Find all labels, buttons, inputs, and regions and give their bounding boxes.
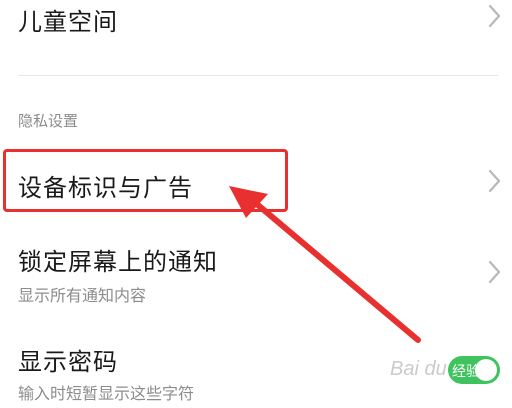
kid-space-label: 儿童空间 xyxy=(18,8,118,36)
chevron-right-icon xyxy=(488,260,501,284)
chevron-right-icon xyxy=(488,4,501,28)
show-password-label: 显示密码 xyxy=(18,348,118,376)
show-password-toggle[interactable]: 经验 xyxy=(448,356,500,384)
chevron-right-icon xyxy=(488,169,501,193)
lock-screen-notification-row[interactable]: 锁定屏幕上的通知 显示所有通知内容 xyxy=(0,232,512,312)
highlight-box xyxy=(3,149,288,212)
lock-screen-notification-subtitle: 显示所有通知内容 xyxy=(18,286,147,305)
privacy-section-header: 隐私设置 xyxy=(18,112,79,130)
kid-space-row[interactable]: 儿童空间 xyxy=(0,0,512,75)
toggle-knob xyxy=(475,359,497,381)
divider xyxy=(18,75,498,76)
settings-screen: 儿童空间 隐私设置 设备标识与广告 锁定屏幕上的通知 显示所有通知内容 显示密码… xyxy=(0,0,512,408)
watermark-text: Bai du xyxy=(390,358,447,380)
lock-screen-notification-label: 锁定屏幕上的通知 xyxy=(18,248,218,276)
show-password-subtitle: 输入时短暂显示这些字符 xyxy=(18,384,195,403)
